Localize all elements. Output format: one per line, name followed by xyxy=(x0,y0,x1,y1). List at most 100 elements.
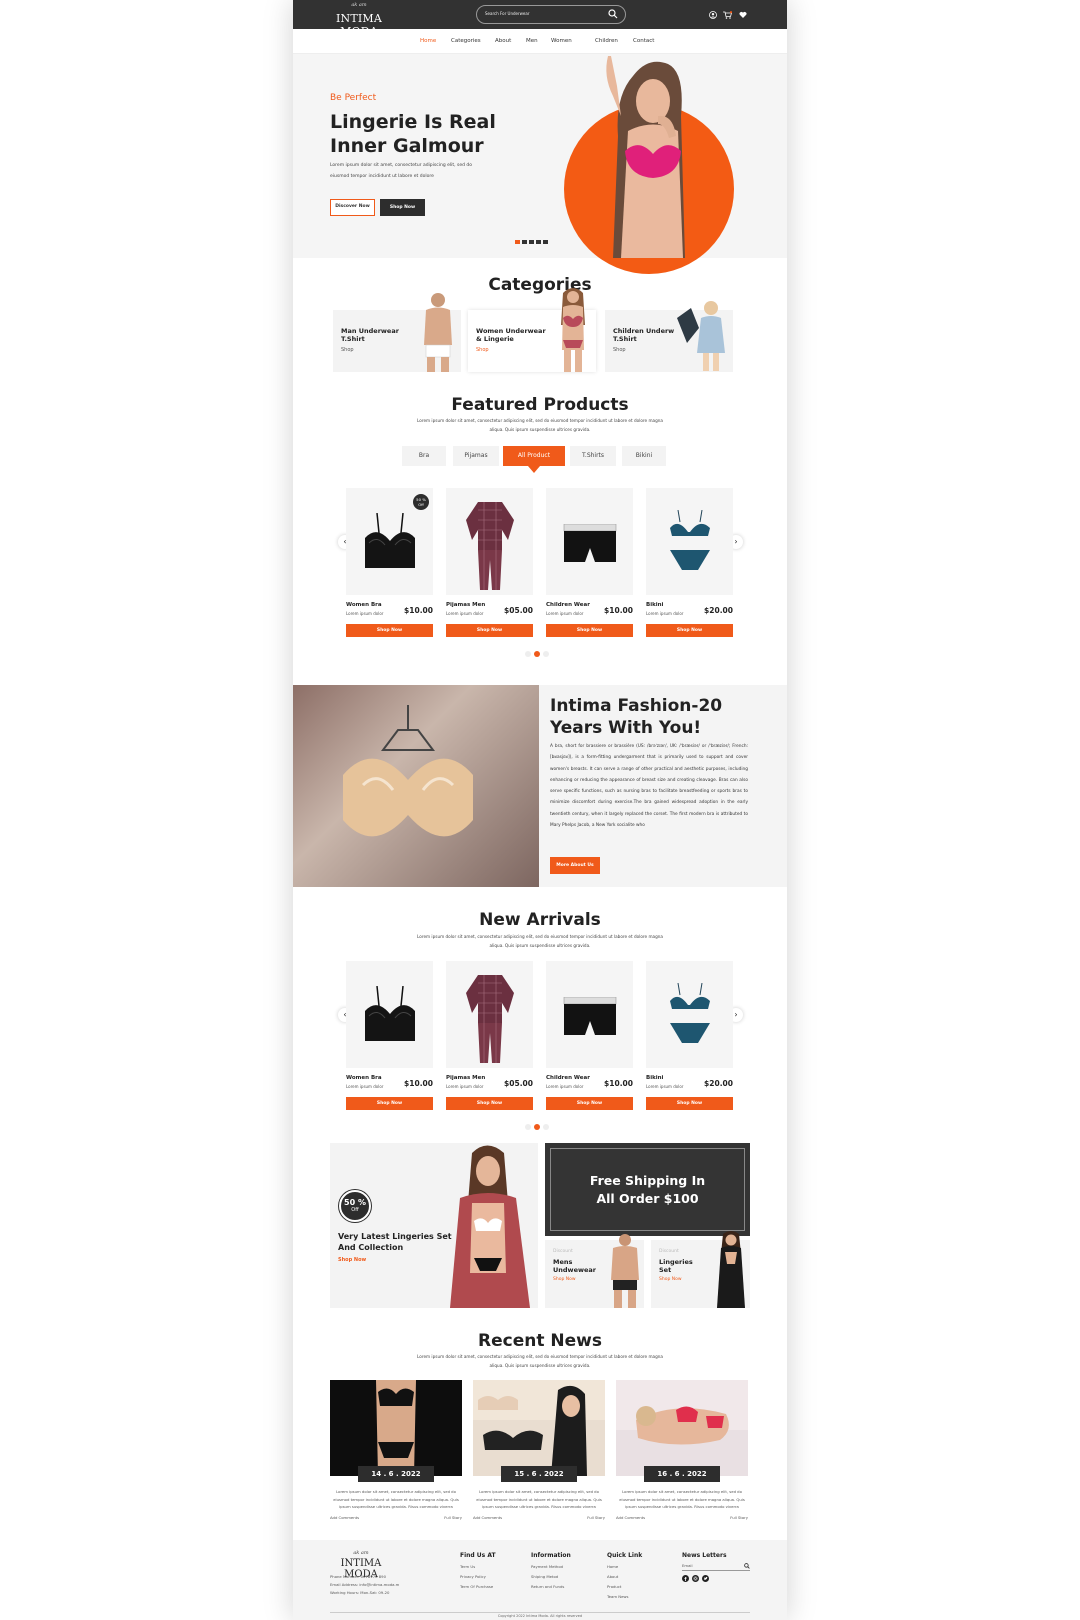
footer-newsletter-title: News Letters xyxy=(682,1552,727,1559)
more-about-us-button[interactable]: More About Us xyxy=(550,857,600,874)
page-dot[interactable] xyxy=(534,1124,540,1130)
footer-link[interactable]: Term Us xyxy=(460,1564,475,1569)
product-name[interactable]: Pijamas Men xyxy=(446,602,485,608)
footer-link[interactable]: Return and Funds xyxy=(531,1584,564,1589)
product-image-children-wear[interactable] xyxy=(546,488,633,595)
tab-bikini[interactable]: Bikini xyxy=(622,446,666,466)
footer-link[interactable]: Payment Method xyxy=(531,1564,563,1569)
page-dot[interactable] xyxy=(525,651,531,657)
promo-card-mens-underwear[interactable]: Discount Mens Undwewear Shop Now xyxy=(545,1234,644,1308)
full-story-link[interactable]: Full Story xyxy=(730,1515,748,1520)
user-icon[interactable] xyxy=(709,11,717,19)
slider-dot[interactable] xyxy=(543,240,548,244)
newsletter-email-input[interactable]: Email xyxy=(682,1563,693,1568)
mini-shop-now-link[interactable]: Shop Now xyxy=(659,1277,682,1282)
footer-link[interactable]: Team News xyxy=(607,1594,629,1599)
nav-women[interactable]: Women xyxy=(551,38,572,44)
shop-now-button[interactable]: Shop Now xyxy=(446,624,533,637)
product-name[interactable]: Bikini xyxy=(646,602,663,608)
page-dot[interactable] xyxy=(525,1124,531,1130)
nav-home[interactable]: Home xyxy=(420,38,436,44)
shop-now-button[interactable]: Shop Now xyxy=(646,624,733,637)
footer-email: Email Address: info@intima-moda.m xyxy=(330,1582,400,1587)
product-image-pijamas[interactable] xyxy=(446,961,533,1068)
search-bar[interactable]: Search For Underwear xyxy=(476,5,626,24)
heart-icon[interactable] xyxy=(739,11,747,19)
slider-dot[interactable] xyxy=(536,240,541,244)
tab-pijamas[interactable]: Pijamas xyxy=(453,446,499,466)
news-image-2[interactable] xyxy=(473,1380,605,1476)
full-story-link[interactable]: Full Story xyxy=(444,1515,462,1520)
newsletter-email-field[interactable]: Email xyxy=(682,1562,750,1571)
category-shop-link[interactable]: Shop xyxy=(341,347,354,353)
search-icon[interactable] xyxy=(744,1563,750,1569)
product-name[interactable]: Pijamas Men xyxy=(446,1075,485,1081)
news-image-3[interactable] xyxy=(616,1380,748,1476)
category-card-children[interactable]: Children Underw T.Shirt Shop xyxy=(605,301,733,372)
page-dot[interactable] xyxy=(543,651,549,657)
nav-contact[interactable]: Contact xyxy=(633,38,654,44)
product-image-bikini[interactable] xyxy=(646,488,733,595)
hero-shop-now-button[interactable]: Shop Now xyxy=(380,199,425,216)
featured-pagination[interactable] xyxy=(525,651,549,657)
product-image-children-wear[interactable] xyxy=(546,961,633,1068)
twitter-icon[interactable] xyxy=(702,1575,709,1582)
slider-dot[interactable] xyxy=(522,240,527,244)
add-comments-link[interactable]: Add Comments xyxy=(330,1515,359,1520)
product-name[interactable]: Women Bra xyxy=(346,602,382,608)
category-shop-link[interactable]: Shop xyxy=(613,347,626,353)
promo-card-lingeries-set[interactable]: Discount Lingeries Set Shop Now xyxy=(651,1231,750,1308)
search-input[interactable]: Search For Underwear xyxy=(485,11,529,16)
add-comments-link[interactable]: Add Comments xyxy=(616,1515,645,1520)
tab-bra[interactable]: Bra xyxy=(402,446,446,466)
tab-tshirts[interactable]: T.Shirts xyxy=(570,446,616,466)
news-image-1[interactable] xyxy=(330,1380,462,1476)
shop-now-button[interactable]: Shop Now xyxy=(346,1097,433,1110)
nav-men[interactable]: Men xyxy=(526,38,538,44)
shop-now-button[interactable]: Shop Now xyxy=(446,1097,533,1110)
nav-children[interactable]: Children xyxy=(595,38,618,44)
shop-now-button[interactable]: Shop Now xyxy=(546,624,633,637)
instagram-icon[interactable] xyxy=(692,1575,699,1582)
product-name[interactable]: Children Wear xyxy=(546,602,590,608)
mini-shop-now-link[interactable]: Shop Now xyxy=(553,1277,576,1282)
nav-about[interactable]: About xyxy=(495,38,511,44)
tab-all-product[interactable]: All Product xyxy=(503,446,565,466)
page-dot[interactable] xyxy=(534,651,540,657)
add-comments-link[interactable]: Add Comments xyxy=(473,1515,502,1520)
facebook-icon[interactable] xyxy=(682,1575,689,1582)
product-name[interactable]: Women Bra xyxy=(346,1075,382,1081)
category-shop-link[interactable]: Shop xyxy=(476,347,489,353)
promo-shop-now-link[interactable]: Shop Now xyxy=(338,1257,366,1263)
shop-now-button[interactable]: Shop Now xyxy=(546,1097,633,1110)
search-icon[interactable] xyxy=(608,9,618,19)
cart-icon[interactable] xyxy=(723,11,732,19)
shop-now-button[interactable]: Shop Now xyxy=(346,624,433,637)
product-image-women-bra[interactable] xyxy=(346,961,433,1068)
about-title: Intima Fashion-20 Years With You! xyxy=(550,695,780,739)
footer-link[interactable]: About xyxy=(607,1574,618,1579)
category-card-women[interactable]: Women Underwear & Lingerie Shop xyxy=(468,288,596,372)
product-image-bikini[interactable] xyxy=(646,961,733,1068)
shop-now-button[interactable]: Shop Now xyxy=(646,1097,733,1110)
arrivals-pagination[interactable] xyxy=(525,1124,549,1130)
footer-link[interactable]: Term Of Purchase xyxy=(460,1584,493,1589)
nav-categories[interactable]: Categories xyxy=(451,38,481,44)
footer-link[interactable]: Home xyxy=(607,1564,618,1569)
promo-card-latest-lingeries[interactable] xyxy=(330,1143,538,1308)
footer-link[interactable]: Shiping Metod xyxy=(531,1574,558,1579)
product-image-pijamas[interactable] xyxy=(446,488,533,595)
product-name[interactable]: Bikini xyxy=(646,1075,663,1081)
page-dot[interactable] xyxy=(543,1124,549,1130)
hero-slider-dots[interactable] xyxy=(515,240,548,244)
full-story-link[interactable]: Full Story xyxy=(587,1515,605,1520)
product-image-women-bra[interactable]: 50 % Off xyxy=(346,488,433,595)
footer-link[interactable]: Privacy Policy xyxy=(460,1574,486,1579)
slider-dot[interactable] xyxy=(529,240,534,244)
about-bra-image xyxy=(293,685,539,887)
footer-link[interactable]: Product xyxy=(607,1584,621,1589)
discover-now-button[interactable]: Discover Now xyxy=(330,199,375,216)
slider-dot[interactable] xyxy=(515,240,520,244)
product-name[interactable]: Children Wear xyxy=(546,1075,590,1081)
category-card-men[interactable]: Man Underwear T.Shirt Shop xyxy=(333,293,461,372)
